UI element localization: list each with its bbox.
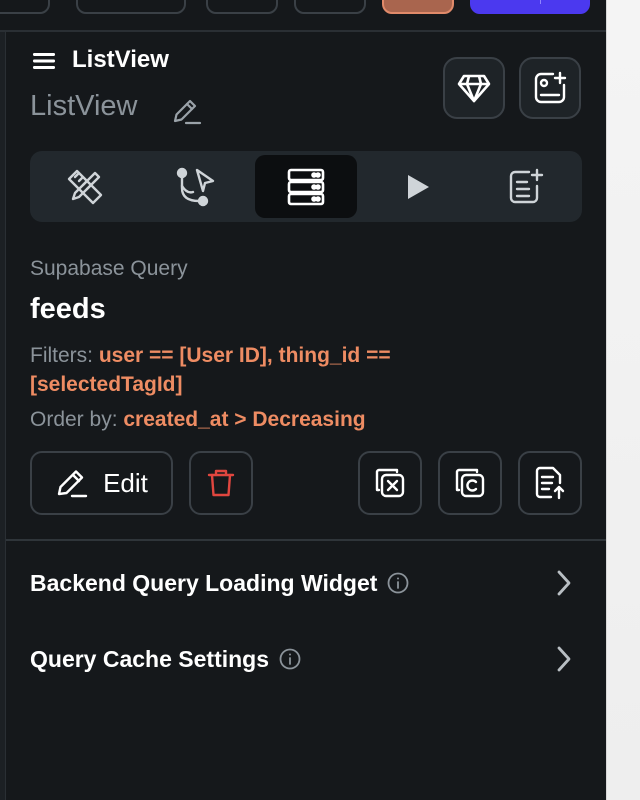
section-query-cache-settings[interactable]: Query Cache Settings — [30, 639, 582, 679]
toolbar-button[interactable] — [0, 0, 50, 14]
tab-properties[interactable] — [34, 155, 136, 218]
query-order-by: Order by: created_at > Decreasing — [30, 408, 366, 432]
chevron-right-icon[interactable] — [552, 569, 574, 597]
toolbar-button[interactable] — [76, 0, 186, 14]
tab-actions[interactable] — [146, 155, 248, 218]
filters-label: Filters: — [30, 344, 93, 367]
action-flow-icon — [176, 167, 215, 206]
play-icon — [408, 174, 429, 199]
panel-left-edge — [0, 32, 6, 800]
query-table-name: feeds — [30, 293, 106, 325]
gem-button[interactable] — [443, 57, 505, 119]
clear-query-button[interactable] — [358, 451, 422, 515]
tab-backend-query[interactable] — [255, 155, 357, 218]
info-icon[interactable] — [387, 572, 409, 594]
order-by-value: created_at > Decreasing — [123, 408, 366, 431]
chevron-right-icon[interactable] — [552, 645, 574, 673]
pencil-icon[interactable] — [170, 96, 202, 128]
tab-notes[interactable] — [475, 155, 577, 218]
toolbar-button[interactable] — [294, 0, 366, 14]
database-icon — [287, 168, 325, 205]
query-filters: Filters: user == [User ID], thing_id == … — [30, 341, 450, 399]
delete-query-button[interactable] — [189, 451, 253, 515]
tab-preview[interactable] — [367, 155, 469, 218]
export-query-button[interactable] — [518, 451, 582, 515]
ruler-pencil-icon — [67, 169, 103, 204]
section-divider — [6, 539, 606, 541]
query-type-label: Supabase Query — [30, 257, 188, 280]
trash-icon — [207, 469, 235, 497]
toolbar-button[interactable] — [206, 0, 278, 14]
panel-title: ListView — [72, 46, 169, 73]
section-label: Query Cache Settings — [30, 645, 270, 672]
properties-panel: ListView ListView Supabase Query feeds F… — [0, 0, 606, 800]
section-label: Backend Query Loading Widget — [30, 569, 378, 596]
widget-name: ListView — [30, 90, 138, 122]
primary-toolbar-button[interactable] — [470, 0, 590, 14]
section-backend-query-loading-widget[interactable]: Backend Query Loading Widget — [30, 563, 582, 603]
copy-query-button[interactable] — [438, 451, 502, 515]
hamburger-icon[interactable] — [32, 50, 56, 72]
pencil-icon — [57, 470, 88, 498]
canvas-edge — [606, 0, 640, 800]
clear-x-icon — [375, 468, 405, 498]
edit-query-button[interactable]: Edit — [30, 451, 173, 515]
add-widget-icon — [534, 71, 567, 104]
info-icon[interactable] — [279, 648, 301, 670]
export-icon — [535, 466, 565, 500]
order-by-label: Order by: — [30, 408, 118, 431]
add-widget-button[interactable] — [519, 57, 581, 119]
notes-add-icon — [509, 168, 544, 203]
top-toolbar — [0, 0, 606, 32]
edit-button-label: Edit — [103, 467, 148, 498]
copy-icon — [455, 468, 485, 498]
panel-tabs — [30, 151, 582, 222]
toolbar-button[interactable] — [382, 0, 454, 14]
gem-icon — [457, 74, 491, 103]
